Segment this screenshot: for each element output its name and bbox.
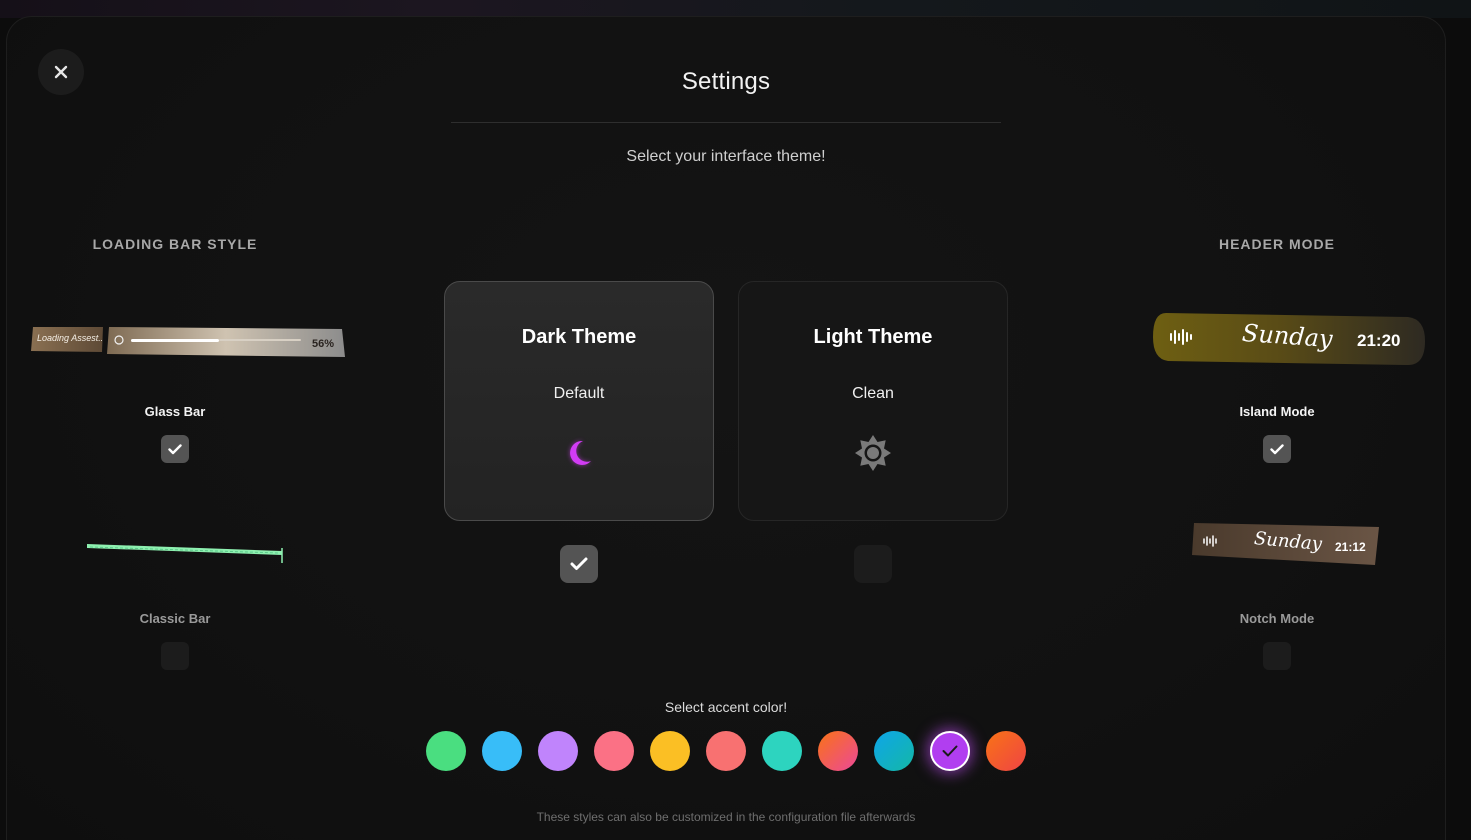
accent-swatch-coral[interactable] — [706, 731, 746, 771]
accent-swatch-row — [426, 731, 1026, 771]
light-theme-description: Clean — [852, 385, 894, 402]
dark-theme-card[interactable]: Dark Theme Default — [444, 281, 714, 521]
notch-mode-label: Notch Mode — [1239, 611, 1315, 626]
light-theme-card[interactable]: Light Theme Clean — [738, 281, 1008, 521]
checkmark-icon — [570, 557, 588, 570]
dark-theme-checkbox[interactable] — [560, 545, 598, 583]
accent-swatch-green[interactable] — [426, 731, 466, 771]
classic-bar-checkbox[interactable] — [161, 642, 189, 670]
glass-bar-label: Glass Bar — [144, 404, 206, 419]
glass-bar-percent: 56% — [312, 338, 335, 350]
island-mode-label: Island Mode — [1239, 404, 1315, 419]
island-time-text: 21:20 — [1357, 331, 1401, 350]
moon-icon — [559, 433, 599, 473]
checkmark-icon — [942, 745, 958, 757]
accent-color-label: Select accent color! — [664, 699, 788, 715]
glass-bar-loading-text: Loading Assest.. — [37, 333, 102, 343]
notch-mode-checkbox[interactable] — [1263, 642, 1291, 670]
light-theme-checkbox[interactable] — [854, 545, 892, 583]
checkmark-icon — [1270, 443, 1284, 454]
checkmark-icon — [168, 443, 182, 454]
accent-swatch-teal[interactable] — [762, 731, 802, 771]
glass-bar-checkbox[interactable] — [161, 435, 189, 463]
title-divider — [451, 122, 1001, 123]
page-title: Settings — [681, 68, 771, 95]
settings-modal — [6, 16, 1446, 840]
light-theme-title: Light Theme — [813, 326, 933, 348]
accent-swatch-violet[interactable] — [930, 731, 970, 771]
accent-swatch-amber[interactable] — [650, 731, 690, 771]
sun-icon — [853, 433, 893, 473]
classic-bar-graphic — [87, 544, 283, 563]
accent-swatch-sky[interactable] — [482, 731, 522, 771]
classic-bar-label: Classic Bar — [139, 611, 211, 626]
page-subtitle: Select your interface theme! — [626, 148, 826, 165]
classic-bar-preview[interactable] — [86, 542, 286, 566]
footer-note: These styles can also be customized in t… — [536, 810, 916, 824]
header-mode-heading: HEADER MODE — [1218, 236, 1335, 252]
accent-swatch-sunset[interactable] — [818, 731, 858, 771]
accent-swatch-lavender[interactable] — [538, 731, 578, 771]
accent-swatch-pink[interactable] — [594, 731, 634, 771]
loading-bar-heading: LOADING BAR STYLE — [92, 236, 258, 252]
accent-swatch-ocean[interactable] — [874, 731, 914, 771]
island-mode-checkbox[interactable] — [1263, 435, 1291, 463]
notch-time-text: 21:12 — [1335, 540, 1366, 554]
accent-swatch-flame[interactable] — [986, 731, 1026, 771]
dark-theme-description: Default — [553, 385, 605, 402]
dark-theme-title: Dark Theme — [521, 326, 637, 348]
